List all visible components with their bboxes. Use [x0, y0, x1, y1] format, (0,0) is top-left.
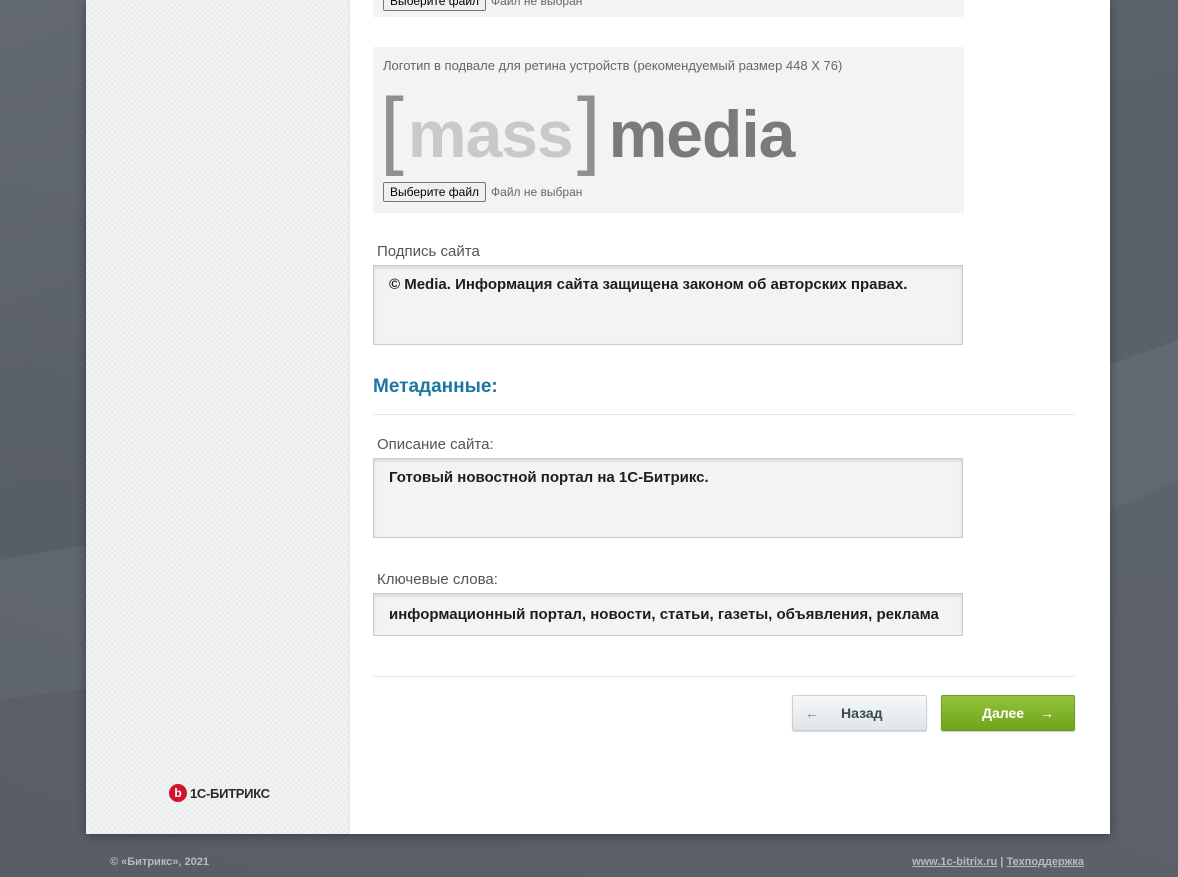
- bitrix-brand-name: 1С-БИТРИКС: [190, 785, 270, 801]
- keywords-label: Ключевые слова:: [377, 571, 498, 588]
- logo-bracket-close: ]: [576, 81, 601, 177]
- section-divider: [373, 414, 1075, 415]
- footer-divider: [373, 676, 1075, 677]
- next-button-label: Далее: [982, 705, 1025, 721]
- bitrix-logo-icon: b: [169, 784, 187, 802]
- logo-media: media: [608, 97, 796, 171]
- header-logo-upload-box: Выберите файл Файл не выбран: [373, 0, 964, 17]
- file-status: Файл не выбран: [491, 0, 583, 8]
- installer-window: b 1С-БИТРИКС Выберите файл Файл не выбра…: [86, 0, 1110, 834]
- arrow-right-icon: →: [1040, 705, 1055, 721]
- sidebar: b 1С-БИТРИКС: [86, 0, 349, 834]
- logo-mass: mass: [407, 97, 574, 171]
- footer-separator: |: [1000, 856, 1004, 868]
- next-button[interactable]: Далее →: [941, 695, 1075, 731]
- bitrix-site-link[interactable]: www.1c-bitrix.ru: [912, 856, 997, 868]
- wizard-content: Выберите файл Файл не выбран Логотип в п…: [373, 0, 1075, 834]
- footer-links: www.1c-bitrix.ru | Техподдержка: [912, 856, 1084, 868]
- site-description-label: Описание сайта:: [377, 436, 494, 453]
- sidebar-divider: [348, 0, 350, 834]
- copyright: © «Битрикс», 2021: [110, 856, 209, 868]
- footer-logo-label: Логотип в подвале для ретина устройств (…: [383, 58, 843, 73]
- choose-file-button[interactable]: Выберите файл: [383, 182, 487, 202]
- massmedia-logo-preview: [ mass ] media: [380, 79, 796, 177]
- back-button[interactable]: ← Назад: [792, 695, 927, 731]
- file-status: Файл не выбран: [491, 185, 583, 199]
- choose-file-button[interactable]: Выберите файл: [383, 0, 487, 11]
- bitrix-brand: b 1С-БИТРИКС: [169, 784, 270, 802]
- keywords-input[interactable]: информационный портал, новости, статьи, …: [373, 593, 963, 636]
- footer-logo-upload-box: Логотип в подвале для ретина устройств (…: [373, 47, 964, 213]
- site-signature-label: Подпись сайта: [377, 243, 480, 260]
- arrow-left-icon: ←: [805, 705, 819, 721]
- logo-bracket-open: [: [380, 81, 404, 177]
- support-link[interactable]: Техподдержка: [1006, 856, 1084, 868]
- site-signature-textarea[interactable]: © Media. Информация сайта защищена закон…: [373, 265, 963, 345]
- metadata-section-title: Метаданные:: [373, 376, 498, 397]
- site-description-textarea[interactable]: Готовый новостной портал на 1С-Битрикс.: [373, 458, 963, 538]
- back-button-label: Назад: [841, 705, 883, 721]
